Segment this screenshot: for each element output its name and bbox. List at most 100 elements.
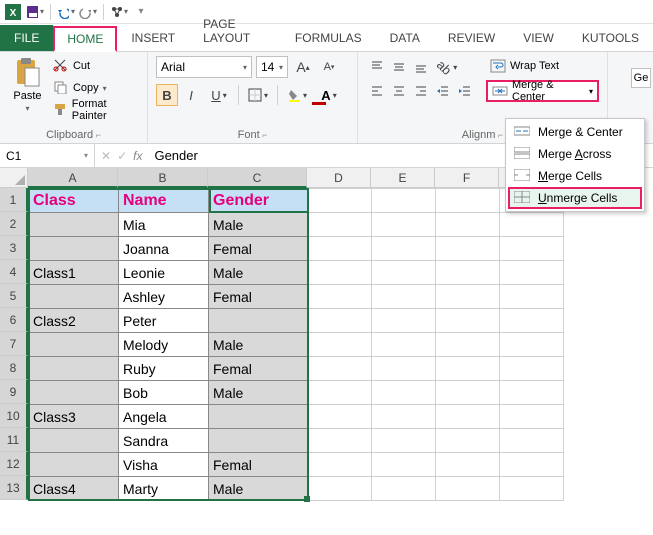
- align-right-button[interactable]: [410, 80, 432, 102]
- menu-merge-across[interactable]: Merge Across: [508, 143, 642, 165]
- cell[interactable]: Class4: [29, 477, 119, 501]
- row-header[interactable]: 5: [0, 284, 28, 308]
- row-header[interactable]: 7: [0, 332, 28, 356]
- fx-enter-icon[interactable]: ✓: [117, 149, 127, 163]
- cell[interactable]: [209, 309, 308, 333]
- menu-unmerge-cells[interactable]: Unmerge Cells: [508, 187, 642, 209]
- fx-icon[interactable]: fx: [133, 149, 142, 163]
- cell[interactable]: Ruby: [119, 357, 209, 381]
- cell[interactable]: [372, 381, 436, 405]
- cell[interactable]: [372, 285, 436, 309]
- cell[interactable]: Melody: [119, 333, 209, 357]
- cell[interactable]: [500, 285, 564, 309]
- cell[interactable]: [209, 429, 308, 453]
- cell[interactable]: Femal: [209, 357, 308, 381]
- undo-icon[interactable]: [57, 3, 75, 21]
- align-left-button[interactable]: [366, 80, 388, 102]
- cell[interactable]: [500, 477, 564, 501]
- qat-customize-icon[interactable]: ▾: [132, 3, 150, 21]
- row-header[interactable]: 2: [0, 212, 28, 236]
- cell[interactable]: [436, 285, 500, 309]
- fx-cancel-icon[interactable]: ✕: [101, 149, 111, 163]
- cell[interactable]: Male: [209, 333, 308, 357]
- cell[interactable]: [372, 189, 436, 213]
- cell[interactable]: [436, 357, 500, 381]
- cell[interactable]: [308, 309, 372, 333]
- cell[interactable]: [308, 213, 372, 237]
- increase-indent-button[interactable]: [454, 80, 476, 102]
- cell[interactable]: [308, 405, 372, 429]
- cell[interactable]: [500, 405, 564, 429]
- cell[interactable]: [308, 261, 372, 285]
- format-painter-button[interactable]: Format Painter: [53, 100, 139, 120]
- cell[interactable]: Peter: [119, 309, 209, 333]
- row-header[interactable]: 4: [0, 260, 28, 284]
- cell[interactable]: Angela: [119, 405, 209, 429]
- col-header[interactable]: F: [435, 168, 499, 188]
- cell[interactable]: Male: [209, 213, 308, 237]
- cell[interactable]: Femal: [209, 285, 308, 309]
- ribbon-overflow[interactable]: Ge: [631, 68, 651, 88]
- cell[interactable]: Femal: [209, 237, 308, 261]
- cell[interactable]: Marty: [119, 477, 209, 501]
- cell[interactable]: [308, 237, 372, 261]
- cell[interactable]: Class1: [29, 261, 119, 285]
- row-header[interactable]: 12: [0, 452, 28, 476]
- cell[interactable]: [436, 237, 500, 261]
- cell[interactable]: [500, 309, 564, 333]
- decrease-font-button[interactable]: A▾: [318, 56, 340, 78]
- cell[interactable]: [500, 237, 564, 261]
- cell[interactable]: [308, 333, 372, 357]
- cell[interactable]: [372, 453, 436, 477]
- italic-button[interactable]: I: [180, 84, 202, 106]
- cell[interactable]: Bob: [119, 381, 209, 405]
- tab-formulas[interactable]: FORMULAS: [281, 25, 376, 51]
- row-header[interactable]: 3: [0, 236, 28, 260]
- cell[interactable]: [29, 357, 119, 381]
- cell[interactable]: Mia: [119, 213, 209, 237]
- cell[interactable]: [29, 333, 119, 357]
- cell[interactable]: [500, 453, 564, 477]
- cell[interactable]: [500, 261, 564, 285]
- cell[interactable]: [372, 213, 436, 237]
- cell[interactable]: [29, 429, 119, 453]
- cell[interactable]: Male: [209, 381, 308, 405]
- col-header[interactable]: C: [208, 168, 307, 188]
- cell[interactable]: [436, 429, 500, 453]
- wrap-text-button[interactable]: Wrap Text: [486, 56, 599, 76]
- align-top-button[interactable]: [366, 56, 388, 78]
- row-header[interactable]: 10: [0, 404, 28, 428]
- align-center-button[interactable]: [388, 80, 410, 102]
- tab-data[interactable]: DATA: [376, 25, 434, 51]
- cell[interactable]: [436, 189, 500, 213]
- bold-button[interactable]: B: [156, 84, 178, 106]
- cell[interactable]: [308, 453, 372, 477]
- tab-kutools[interactable]: KUTOOLS: [568, 25, 653, 51]
- cell[interactable]: [29, 285, 119, 309]
- font-size-combo[interactable]: 14▾: [256, 56, 288, 78]
- cell[interactable]: [209, 405, 308, 429]
- row-header[interactable]: 6: [0, 308, 28, 332]
- cell[interactable]: [436, 381, 500, 405]
- cell[interactable]: [29, 453, 119, 477]
- cell[interactable]: [436, 213, 500, 237]
- cell[interactable]: [29, 381, 119, 405]
- cell[interactable]: [372, 429, 436, 453]
- cell[interactable]: [500, 381, 564, 405]
- cell[interactable]: [308, 189, 372, 213]
- cell[interactable]: [372, 237, 436, 261]
- row-header[interactable]: 8: [0, 356, 28, 380]
- cell[interactable]: Joanna: [119, 237, 209, 261]
- cell[interactable]: [436, 333, 500, 357]
- select-all-button[interactable]: [0, 168, 28, 188]
- cell[interactable]: [372, 309, 436, 333]
- qat-tool-icon[interactable]: [110, 3, 128, 21]
- orientation-button[interactable]: ab▾: [432, 56, 462, 78]
- cell[interactable]: [308, 477, 372, 501]
- copy-button[interactable]: Copy ▾: [53, 78, 139, 98]
- cell[interactable]: Sandra: [119, 429, 209, 453]
- cell[interactable]: Femal: [209, 453, 308, 477]
- row-header[interactable]: 13: [0, 476, 28, 500]
- row-header[interactable]: 1: [0, 188, 28, 212]
- row-header[interactable]: 11: [0, 428, 28, 452]
